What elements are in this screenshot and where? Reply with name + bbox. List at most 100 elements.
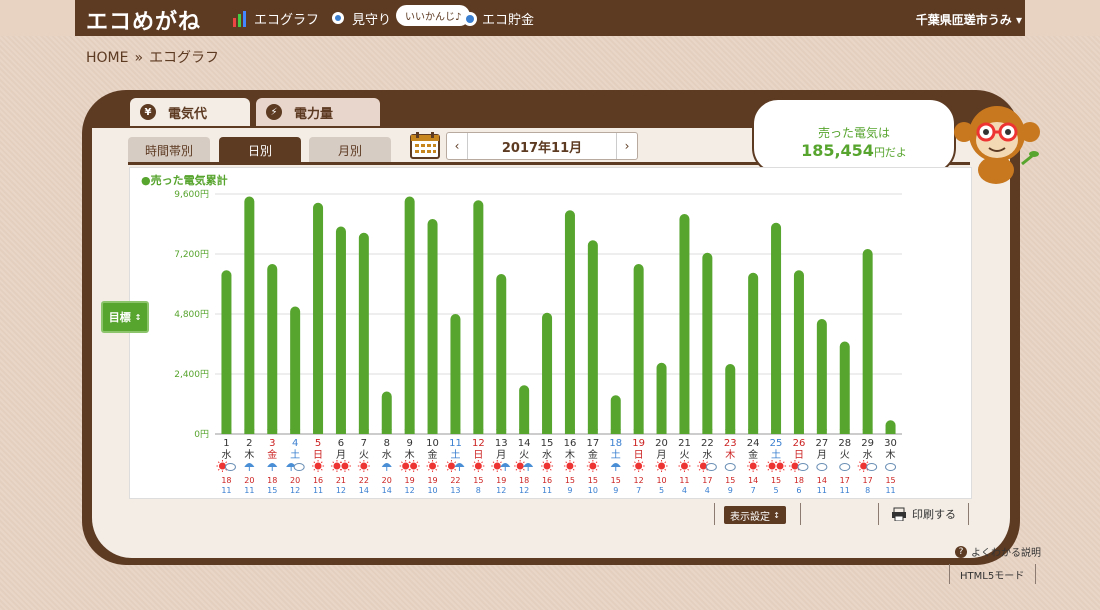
bar-base [610,429,621,434]
bar-base [771,429,782,434]
x-tick-label: 25 [770,438,783,449]
x-tick-label: 28 [838,438,851,449]
temp-high-label: 15 [725,476,735,485]
x-tick-label: 8 [384,438,390,449]
x-tick-label: 15 [541,438,554,449]
help-label: よくわかる説明 [971,548,1041,559]
x-tick-label: 18 [609,438,622,449]
temp-low-label: 12 [336,486,346,495]
temp-high-label: 21 [336,476,346,485]
y-tick-label: 0円 [194,429,209,440]
weekday-label: 土 [771,448,781,461]
temp-low-label: 4 [705,486,710,495]
divider [714,503,715,525]
weekday-label: 水 [542,449,552,461]
print-button[interactable]: 印刷する [892,506,956,522]
temp-high-label: 19 [427,476,437,485]
weather-icon [885,463,897,471]
bar [656,362,667,434]
x-tick-label: 20 [655,438,668,449]
x-tick-label: 23 [724,438,737,449]
temp-high-label: 12 [634,476,644,485]
weather-icon [816,463,828,471]
temp-high-label: 16 [542,476,552,485]
temp-high-label: 18 [519,476,529,485]
weather-icon [747,460,760,472]
bar [587,240,598,434]
x-tick-label: 4 [292,438,298,449]
bar [519,385,530,434]
help-link[interactable]: ? よくわかる説明 [955,544,1041,559]
temp-high-label: 11 [679,476,689,485]
weather-icon [399,460,420,472]
temp-high-label: 15 [588,476,598,485]
weather-icon [514,460,534,472]
weekday-label: 木 [565,449,575,461]
bar [793,270,804,434]
weather-icon [697,460,717,472]
divider [949,564,950,584]
bar [748,272,759,434]
weekday-label: 日 [794,450,804,461]
weekday-label: 木 [886,449,896,461]
bar [473,200,484,434]
temp-low-label: 6 [796,486,801,495]
temp-high-label: 22 [359,476,369,485]
temp-high-label: 22 [450,476,460,485]
temp-low-label: 7 [636,486,641,495]
bar [450,314,461,434]
weather-icon [491,460,511,472]
y-tick-label: 2,400円 [174,369,209,380]
weekday-label: 日 [634,450,644,461]
x-tick-label: 27 [815,438,828,449]
print-label: 印刷する [912,508,956,521]
bar [381,391,392,434]
temp-low-label: 8 [865,486,870,495]
x-tick-label: 30 [884,438,897,449]
temp-low-label: 11 [244,486,254,495]
weekday-label: 土 [611,448,621,461]
temp-low-label: 8 [476,486,481,495]
bar-base [221,429,232,434]
weekday-label: 土 [450,448,460,461]
bar-base [748,429,759,434]
bar [335,226,346,434]
html5-mode-link[interactable]: HTML5モード [960,567,1024,582]
weather-icon [586,460,599,472]
x-tick-label: 24 [747,438,760,449]
bar-base [381,429,392,434]
bar [358,232,369,434]
weather-icon [426,460,439,472]
x-tick-label: 9 [406,438,412,449]
weather-icon [357,460,370,472]
weekday-label: 木 [244,449,254,461]
bar [244,196,255,434]
temp-high-label: 15 [611,476,621,485]
x-tick-label: 10 [426,438,439,449]
divider [968,503,969,525]
temp-high-label: 16 [313,476,323,485]
x-tick-label: 19 [632,438,645,449]
bar-base [885,429,896,434]
weekday-label: 水 [382,449,392,461]
weather-icon [330,460,351,472]
x-tick-label: 14 [518,438,531,449]
x-tick-label: 17 [586,438,599,449]
divider [878,503,879,525]
bar-base [496,429,507,434]
x-tick-label: 1 [223,438,229,449]
weekday-label: 金 [428,448,438,461]
y-tick-label: 7,200円 [174,249,209,260]
temp-low-label: 9 [728,486,733,495]
temp-high-label: 19 [496,476,506,485]
bar [702,252,713,434]
weekday-label: 木 [725,449,735,461]
bar-base [244,429,255,434]
y-tick-label: 4,800円 [174,309,209,320]
weekday-label: 日 [313,450,323,461]
bar-base [358,429,369,434]
bar [839,341,850,434]
temp-low-label: 9 [613,486,618,495]
temp-high-label: 14 [817,476,827,485]
display-settings-button[interactable]: 表示設定 ↕ [724,506,786,524]
